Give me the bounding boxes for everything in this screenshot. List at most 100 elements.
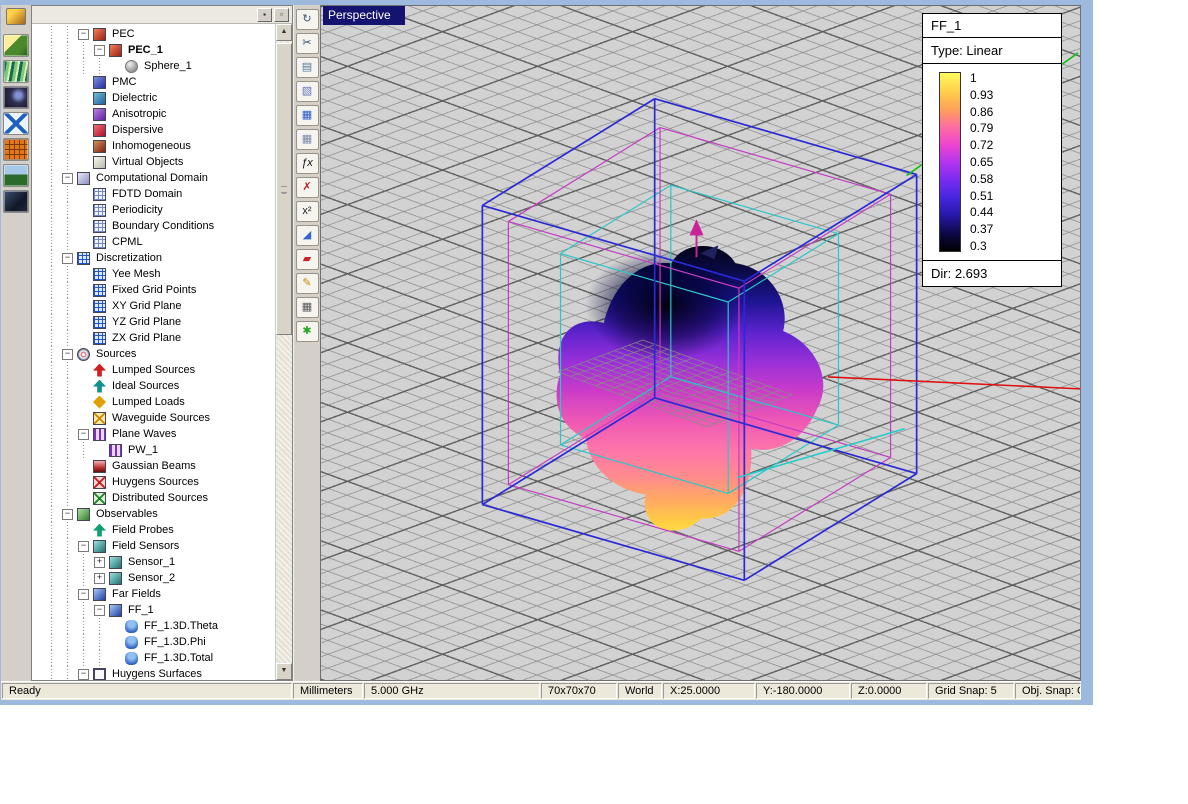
tree-item-pw-1[interactable]: PW_1	[44, 442, 275, 458]
tree-item-computational-domain[interactable]: − Computational Domain	[44, 170, 275, 186]
tree-item-sphere-1[interactable]: Sphere_1	[44, 58, 275, 74]
run-icon[interactable]: ✱	[295, 321, 319, 342]
sphere-icon	[125, 59, 138, 73]
layers-icon[interactable]: ▤	[295, 57, 319, 78]
panel-hide-button[interactable]: ▫	[274, 7, 289, 22]
tree-item-lumped-sources[interactable]: Lumped Sources	[44, 362, 275, 378]
tree-scene-icon[interactable]	[3, 164, 29, 187]
collapse-toggle-icon[interactable]: −	[78, 588, 89, 600]
tree-item-far-fields[interactable]: − Far Fields	[44, 586, 275, 602]
tree-guide	[60, 266, 76, 282]
collapse-toggle-icon[interactable]: −	[62, 172, 73, 184]
bounding-box-icon[interactable]: ▧	[295, 81, 319, 102]
collapse-toggle-icon[interactable]: −	[94, 44, 105, 56]
tree-guide	[60, 122, 76, 138]
tree-item-gaussian-beams[interactable]: Gaussian Beams	[44, 458, 275, 474]
tree-item-ff-1[interactable]: − FF_1	[44, 602, 275, 618]
tree-item-fixed-grid-points[interactable]: Fixed Grid Points	[44, 282, 275, 298]
tree-item-xy-grid-plane[interactable]: XY Grid Plane	[44, 298, 275, 314]
tree-item-sensor-2[interactable]: + Sensor_2	[44, 570, 275, 586]
tree-item-field-probes[interactable]: Field Probes	[44, 522, 275, 538]
tree-guide	[44, 282, 60, 298]
viewport-3d[interactable]: Perspective FF_1 Type: Linear 1 0.93 0.8…	[320, 5, 1081, 681]
collapse-toggle-icon[interactable]: −	[78, 428, 89, 440]
tree-item-anisotropic[interactable]: Anisotropic	[44, 106, 275, 122]
tree-item-inhomogeneous[interactable]: Inhomogeneous	[44, 138, 275, 154]
scrollbar-thumb[interactable]	[276, 43, 292, 335]
night-render-icon[interactable]	[3, 190, 29, 213]
tree-item-fdtd-domain[interactable]: FDTD Domain	[44, 186, 275, 202]
collapse-toggle-icon[interactable]: −	[78, 28, 89, 40]
expand-toggle-icon[interactable]: +	[94, 556, 105, 568]
scroll-down-icon[interactable]: ▼	[276, 663, 292, 680]
x-squared-icon[interactable]: x²	[295, 201, 319, 222]
panel-float-button[interactable]: ▪	[257, 7, 272, 22]
collapse-toggle-icon[interactable]: −	[62, 508, 73, 520]
tree-item-pec-1[interactable]: − PEC_1	[44, 42, 275, 58]
tree-item-cpml[interactable]: CPML	[44, 234, 275, 250]
collapse-toggle-icon[interactable]: −	[62, 348, 73, 360]
calculator-icon[interactable]: ▦	[295, 297, 319, 318]
tree-item-ideal-sources[interactable]: Ideal Sources	[44, 378, 275, 394]
grid-fine-icon[interactable]: ▦	[295, 105, 319, 126]
terrain-waves-icon[interactable]	[3, 60, 29, 83]
tree-guide	[60, 298, 76, 314]
edit-icon[interactable]: ✎	[295, 273, 319, 294]
tree-item-waveguide-sources[interactable]: Waveguide Sources	[44, 410, 275, 426]
grid-coarse-icon[interactable]: ▦	[295, 129, 319, 150]
measure-icon[interactable]: ◢	[295, 225, 319, 246]
sketch-tool-icon[interactable]	[3, 34, 29, 57]
collapse-toggle-icon[interactable]: −	[62, 252, 73, 264]
tree-item-label: Virtual Objects	[112, 156, 184, 168]
tree-item-field-sensors[interactable]: − Field Sensors	[44, 538, 275, 554]
tree-guide	[44, 42, 60, 58]
delete-x-icon[interactable]: ✗	[295, 177, 319, 198]
tree-scrollbar[interactable]: ▲ ▼	[275, 24, 292, 680]
scroll-up-icon[interactable]: ▲	[276, 24, 292, 41]
tree-item-dielectric[interactable]: Dielectric	[44, 90, 275, 106]
orbit-tool-icon[interactable]: ↻	[295, 9, 319, 30]
sources-icon	[77, 347, 90, 361]
collapse-toggle-icon[interactable]: −	[78, 540, 89, 552]
tree-item-discretization[interactable]: − Discretization	[44, 250, 275, 266]
colorbar	[939, 72, 961, 252]
tree-item-pmc[interactable]: PMC	[44, 74, 275, 90]
tree-item-ff-1-3d-theta[interactable]: FF_1.3D.Theta	[44, 618, 275, 634]
tree-item-huygens-surfaces[interactable]: − Huygens Surfaces	[44, 666, 275, 680]
tree-item-yz-grid-plane[interactable]: YZ Grid Plane	[44, 314, 275, 330]
tree-item-yee-mesh[interactable]: Yee Mesh	[44, 266, 275, 282]
tree-item-boundary-conditions[interactable]: Boundary Conditions	[44, 218, 275, 234]
scrollbar-track[interactable]	[276, 41, 292, 663]
app-icon[interactable]	[6, 8, 26, 25]
tree-item-huygens-sources[interactable]: Huygens Sources	[44, 474, 275, 490]
tree-item-label: Observables	[96, 508, 158, 520]
tree-item-pec[interactable]: − PEC	[44, 26, 275, 42]
cut-plane-icon[interactable]: ✂	[295, 33, 319, 54]
collapse-toggle-icon[interactable]: −	[94, 604, 105, 616]
tree-item-dispersive[interactable]: Dispersive	[44, 122, 275, 138]
highlight-icon[interactable]: ▰	[295, 249, 319, 270]
status-segment-7: Z:0.0000	[851, 683, 927, 699]
tree-item-ff-1-3d-total[interactable]: FF_1.3D.Total	[44, 650, 275, 666]
tree-item-virtual-objects[interactable]: Virtual Objects	[44, 154, 275, 170]
orbit-tool-icon-glyph: ↻	[302, 13, 312, 25]
galaxy-view-icon[interactable]	[3, 86, 29, 109]
tree-item-periodicity[interactable]: Periodicity	[44, 202, 275, 218]
tree-item-sensor-1[interactable]: + Sensor_1	[44, 554, 275, 570]
expand-toggle-icon[interactable]: +	[94, 572, 105, 584]
function-icon[interactable]: ƒx	[295, 153, 319, 174]
tree-guide	[76, 570, 92, 586]
tree-item-sources[interactable]: − Sources	[44, 346, 275, 362]
tree-item-zx-grid-plane[interactable]: ZX Grid Plane	[44, 330, 275, 346]
orange-mesh-icon[interactable]	[3, 138, 29, 161]
fdtd-icon	[93, 187, 106, 201]
tree-item-lumped-loads[interactable]: Lumped Loads	[44, 394, 275, 410]
tree-item-ff-1-3d-phi[interactable]: FF_1.3D.Phi	[44, 634, 275, 650]
tree-item-observables[interactable]: − Observables	[44, 506, 275, 522]
axes-view-icon[interactable]	[3, 112, 29, 135]
collapse-toggle-icon[interactable]: −	[78, 668, 89, 680]
tree-guide	[44, 330, 60, 346]
tree-item-distributed-sources[interactable]: Distributed Sources	[44, 490, 275, 506]
tree-item-plane-waves[interactable]: − Plane Waves	[44, 426, 275, 442]
tree-guide	[60, 410, 76, 426]
